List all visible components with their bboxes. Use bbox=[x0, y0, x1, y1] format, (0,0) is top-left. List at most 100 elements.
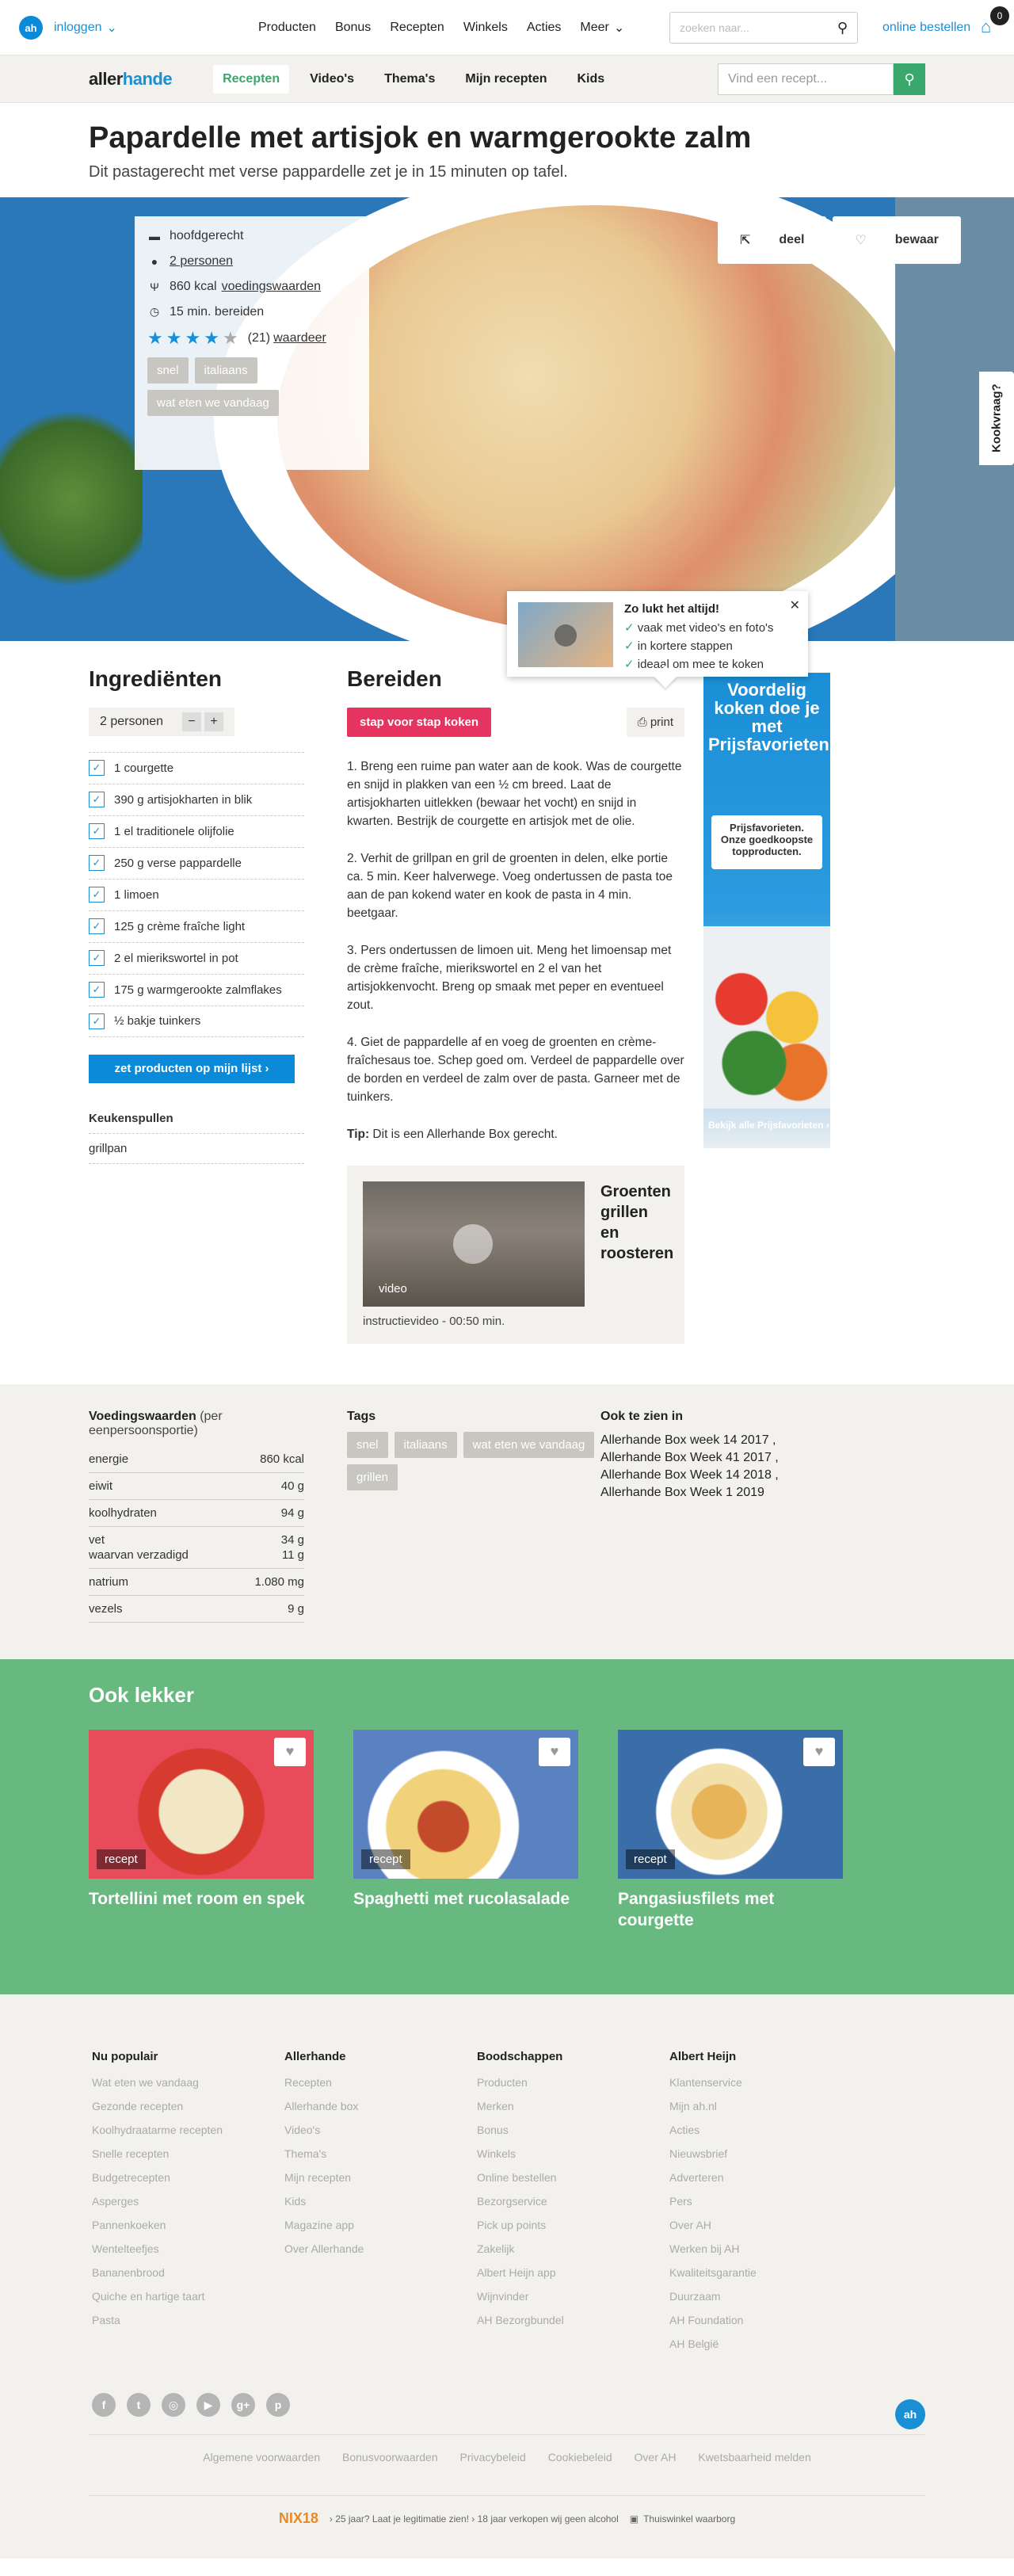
footer-bottom-link[interactable]: Over AH bbox=[635, 2451, 677, 2463]
recipe-card-image[interactable]: ♥ recept bbox=[618, 1729, 843, 1879]
footer-link[interactable]: Budgetrecepten bbox=[92, 2171, 284, 2184]
footer-link[interactable]: Nieuwsbrief bbox=[669, 2147, 862, 2160]
also-link[interactable]: Allerhande Box Week 14 2018 , bbox=[600, 1467, 822, 1484]
footer-link[interactable]: Gezonde recepten bbox=[92, 2100, 284, 2112]
plus-button[interactable]: + bbox=[204, 712, 223, 731]
footer-link[interactable]: Snelle recepten bbox=[92, 2147, 284, 2160]
minus-button[interactable]: − bbox=[182, 712, 201, 731]
footer-link[interactable]: Adverteren bbox=[669, 2171, 862, 2184]
footer-link[interactable]: Koolhydraatarme recepten bbox=[92, 2124, 284, 2136]
footer-link[interactable]: Over AH bbox=[669, 2219, 862, 2231]
tag-italiaans[interactable]: italiaans bbox=[194, 357, 257, 384]
footer-link[interactable]: Wentelteefjes bbox=[92, 2242, 284, 2255]
footer-bottom-link[interactable]: Algemene voorwaarden bbox=[203, 2451, 320, 2463]
rate-link[interactable]: waardeer bbox=[273, 331, 326, 345]
footer-bottom-link[interactable]: Cookiebeleid bbox=[548, 2451, 612, 2463]
login-link[interactable]: inloggen ⌄ bbox=[54, 20, 117, 36]
nav-winkels[interactable]: Winkels bbox=[463, 20, 508, 36]
tab-mijn-recepten[interactable]: Mijn recepten bbox=[456, 65, 556, 93]
footer-link[interactable]: Albert Heijn app bbox=[477, 2266, 669, 2279]
youtube-icon[interactable]: ▶ bbox=[196, 2393, 220, 2418]
checkbox-icon[interactable]: ✓ bbox=[89, 1013, 105, 1029]
ingredient-row[interactable]: ✓ 1 courgette bbox=[89, 751, 304, 784]
recipe-card-image[interactable]: ♥ recept bbox=[353, 1729, 578, 1879]
prijsfavorieten-ad[interactable]: Voordelig koken doe je met Prijsfavoriet… bbox=[703, 672, 830, 1148]
nutrition-link[interactable]: voedingswaarden bbox=[222, 280, 321, 294]
footer-link[interactable]: Over Allerhande bbox=[284, 2242, 477, 2255]
footer-bottom-link[interactable]: Privacybeleid bbox=[460, 2451, 526, 2463]
footer-link[interactable]: Kids bbox=[284, 2195, 477, 2208]
footer-link[interactable]: Zakelijk bbox=[477, 2242, 669, 2255]
footer-link[interactable]: Recepten bbox=[284, 2076, 477, 2089]
recipe-search-input[interactable]: Vind een recept... bbox=[718, 63, 894, 95]
search-icon[interactable]: ⚲ bbox=[894, 63, 925, 95]
close-icon[interactable]: ✕ bbox=[790, 597, 800, 613]
play-icon[interactable] bbox=[453, 1223, 493, 1264]
recipe-card[interactable]: ♥ recept Tortellini met room en spek bbox=[89, 1729, 314, 1932]
instagram-icon[interactable]: ◎ bbox=[162, 2393, 185, 2418]
checkbox-icon[interactable]: ✓ bbox=[89, 792, 105, 808]
tab-kids[interactable]: Kids bbox=[568, 65, 615, 93]
footer-link[interactable]: Allerhande box bbox=[284, 2100, 477, 2112]
tag-wat-eten-we-vandaag[interactable]: wat eten we vandaag bbox=[147, 389, 279, 416]
recipe-card-title[interactable]: Spaghetti met rucolasalade bbox=[353, 1888, 578, 1910]
ad-link[interactable]: Bekijk alle Prijsfavorieten › bbox=[708, 1120, 829, 1131]
tag-italiaans[interactable]: italiaans bbox=[394, 1431, 457, 1458]
footer-link[interactable]: Wat eten we vandaag bbox=[92, 2076, 284, 2089]
checkbox-icon[interactable]: ✓ bbox=[89, 918, 105, 935]
footer-link[interactable]: Bananenbrood bbox=[92, 2266, 284, 2279]
checkbox-icon[interactable]: ✓ bbox=[89, 887, 105, 903]
footer-link[interactable]: Quiche en hartige taart bbox=[92, 2290, 284, 2303]
recipe-card[interactable]: ♥ recept Spaghetti met rucolasalade bbox=[353, 1729, 578, 1932]
save-button[interactable]: ♡ bewaar bbox=[833, 216, 961, 264]
also-link[interactable]: Allerhande Box Week 1 2019 bbox=[600, 1484, 822, 1502]
star-icon[interactable]: ★ bbox=[166, 329, 182, 346]
footer-bottom-link[interactable]: Kwetsbaarheid melden bbox=[698, 2451, 810, 2463]
pinterest-icon[interactable]: p bbox=[266, 2393, 290, 2418]
thuiswinkel-badge[interactable]: ▣ Thuiswinkel waarborg bbox=[630, 2513, 735, 2524]
ingredient-row[interactable]: ✓ 175 g warmgerookte zalmflakes bbox=[89, 973, 304, 1006]
ingredient-row[interactable]: ✓ 2 el mierikswortel in pot bbox=[89, 941, 304, 974]
star-icon[interactable]: ★ bbox=[223, 329, 238, 346]
ingredient-row[interactable]: ✓ 1 limoen bbox=[89, 878, 304, 910]
heart-icon[interactable]: ♥ bbox=[539, 1737, 570, 1766]
recipe-card-title[interactable]: Pangasiusfilets met courgette bbox=[618, 1888, 843, 1932]
checkbox-icon[interactable]: ✓ bbox=[89, 982, 105, 998]
persons-link[interactable]: 2 personen bbox=[170, 254, 233, 269]
footer-link[interactable]: Werken bij AH bbox=[669, 2242, 862, 2255]
footer-link[interactable]: Acties bbox=[669, 2124, 862, 2136]
ingredient-row[interactable]: ✓ 250 g verse pappardelle bbox=[89, 846, 304, 879]
tag-grillen[interactable]: grillen bbox=[347, 1464, 398, 1490]
footer-link[interactable]: Producten bbox=[477, 2076, 669, 2089]
footer-link[interactable]: Pannenkoeken bbox=[92, 2219, 284, 2231]
footer-link[interactable]: Pasta bbox=[92, 2314, 284, 2326]
google-plus-icon[interactable]: g+ bbox=[231, 2393, 255, 2418]
checkbox-icon[interactable]: ✓ bbox=[89, 855, 105, 872]
star-icon[interactable]: ★ bbox=[147, 329, 163, 346]
footer-link[interactable]: Bonus bbox=[477, 2124, 669, 2136]
footer-link[interactable]: Mijn ah.nl bbox=[669, 2100, 862, 2112]
step-by-step-button[interactable]: stap voor stap koken bbox=[347, 707, 492, 737]
ingredient-row[interactable]: ✓ ½ bakje tuinkers bbox=[89, 1005, 304, 1037]
facebook-icon[interactable]: f bbox=[92, 2393, 116, 2418]
video-thumbnail[interactable]: video bbox=[363, 1181, 585, 1307]
footer-link[interactable]: Kwaliteitsgarantie bbox=[669, 2266, 862, 2279]
footer-link[interactable]: Thema's bbox=[284, 2147, 477, 2160]
footer-link[interactable]: Bezorgservice bbox=[477, 2195, 669, 2208]
nav-bonus[interactable]: Bonus bbox=[335, 20, 371, 36]
footer-link[interactable]: AH België bbox=[669, 2337, 862, 2350]
also-link[interactable]: Allerhande Box Week 41 2017 , bbox=[600, 1449, 822, 1467]
online-bestellen-link[interactable]: online bestellen bbox=[882, 21, 970, 35]
top-search-input[interactable]: zoeken naar... ⚲ bbox=[669, 12, 858, 44]
footer-link[interactable]: Video's bbox=[284, 2124, 477, 2136]
footer-link[interactable]: Duurzaam bbox=[669, 2290, 862, 2303]
tag-snel[interactable]: snel bbox=[347, 1431, 388, 1458]
print-button[interactable]: ⎙ print bbox=[626, 707, 684, 737]
footer-link[interactable]: Magazine app bbox=[284, 2219, 477, 2231]
footer-link[interactable]: Online bestellen bbox=[477, 2171, 669, 2184]
footer-link[interactable]: Mijn recepten bbox=[284, 2171, 477, 2184]
footer-link[interactable]: AH Bezorgbundel bbox=[477, 2314, 669, 2326]
recipe-card-title[interactable]: Tortellini met room en spek bbox=[89, 1888, 314, 1910]
also-link[interactable]: Allerhande Box week 14 2017 , bbox=[600, 1432, 822, 1449]
footer-link[interactable]: Wijnvinder bbox=[477, 2290, 669, 2303]
